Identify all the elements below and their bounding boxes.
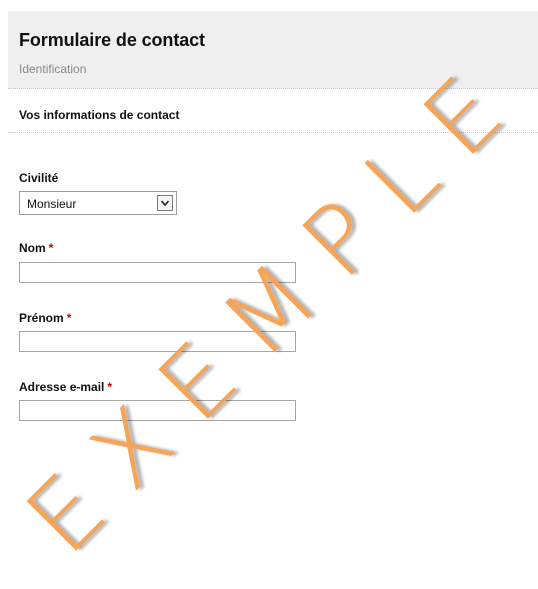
required-marker: *: [48, 241, 54, 255]
required-marker: *: [107, 380, 113, 394]
civilite-label: Civilité: [19, 171, 58, 185]
email-label-text: Adresse e-mail: [19, 380, 105, 394]
required-marker: *: [66, 311, 72, 325]
step-subtitle: Identification: [19, 62, 87, 76]
nom-label: Nom *: [19, 241, 53, 255]
nom-input[interactable]: [19, 262, 296, 283]
contact-form-page: Formulaire de contact Identification Vos…: [0, 0, 538, 589]
page-title: Formulaire de contact: [19, 30, 205, 50]
prenom-label: Prénom *: [19, 311, 71, 325]
email-label: Adresse e-mail *: [19, 380, 112, 394]
section-header: Vos informations de contact: [8, 95, 538, 133]
prenom-label-text: Prénom: [19, 311, 64, 325]
form-header: Formulaire de contact Identification: [8, 11, 538, 89]
prenom-input[interactable]: [19, 331, 296, 352]
email-input[interactable]: [19, 400, 296, 421]
nom-label-text: Nom: [19, 241, 46, 255]
civilite-label-text: Civilité: [19, 171, 59, 185]
section-title: Vos informations de contact: [19, 108, 180, 122]
civilite-selected-value: Monsieur: [27, 197, 77, 211]
chevron-down-icon[interactable]: [157, 195, 173, 211]
civilite-select[interactable]: Monsieur: [19, 191, 177, 215]
